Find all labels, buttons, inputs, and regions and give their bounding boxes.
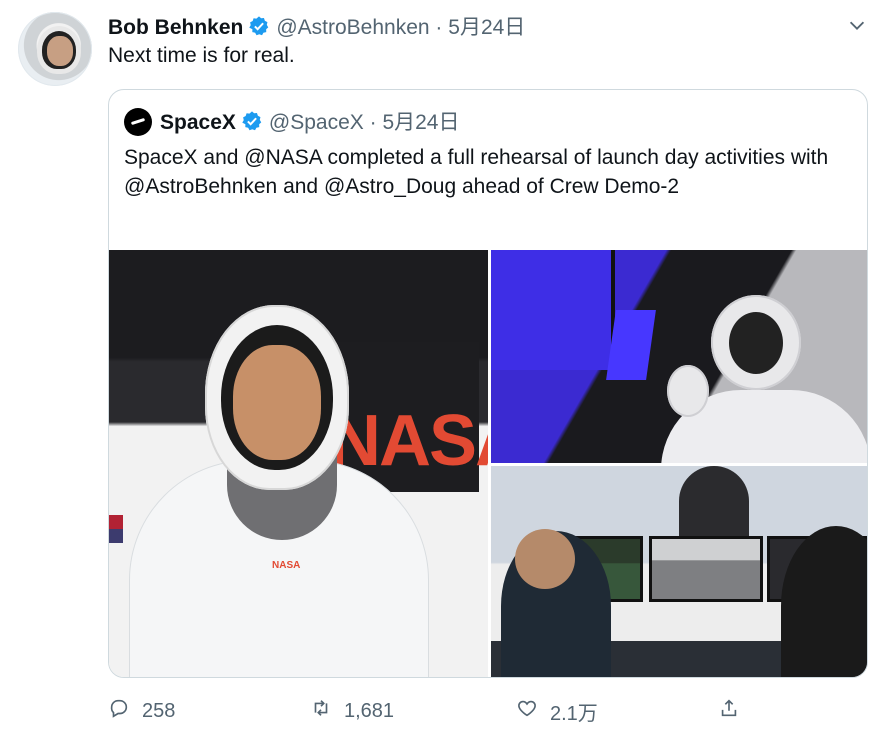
- cockpit-screen-secondary: [606, 310, 656, 380]
- photo-mission-control[interactable]: [491, 466, 867, 677]
- quoted-author-name[interactable]: SpaceX: [160, 111, 236, 134]
- tweet-text: Next time is for real.: [108, 44, 295, 67]
- operator-left-head: [515, 529, 575, 589]
- heart-icon: [516, 697, 538, 725]
- cockpit-screen: [491, 250, 615, 370]
- share-icon: [718, 697, 740, 725]
- avatar-face: [47, 36, 73, 66]
- quoted-header-separator: ·: [369, 111, 377, 134]
- quoted-author-handle[interactable]: @SpaceX: [269, 111, 364, 134]
- verified-badge-icon: [241, 110, 263, 138]
- quoted-tweet-date[interactable]: 5月24日: [382, 111, 459, 134]
- author-name[interactable]: Bob Behnken: [108, 16, 243, 39]
- share-button[interactable]: [718, 694, 740, 728]
- astronaut-face: [233, 345, 321, 460]
- media-grid: NASA NASA: [109, 250, 867, 677]
- helmet-visor-right: [729, 312, 783, 374]
- quoted-tweet-text: SpaceX and @NASA completed a full rehear…: [124, 146, 829, 198]
- action-bar: 258 1,681 2.1万: [108, 694, 868, 728]
- spacex-avatar[interactable]: [124, 108, 152, 136]
- monitor-center: [649, 536, 763, 602]
- quoted-tweet[interactable]: SpaceX @SpaceX · 5月24日 SpaceX and @NASA c…: [108, 89, 868, 678]
- chevron-down-icon[interactable]: [846, 14, 868, 36]
- author-handle[interactable]: @AstroBehnken: [276, 16, 429, 39]
- quoted-tweet-header: SpaceX @SpaceX · 5月24日: [124, 106, 460, 138]
- person-standing: [679, 466, 749, 536]
- tweet-header: Bob Behnken @AstroBehnken · 5月24日: [108, 11, 525, 43]
- reply-icon: [108, 697, 130, 725]
- us-flag-patch: [109, 515, 123, 543]
- tweet-date[interactable]: 5月24日: [448, 16, 525, 39]
- verified-badge-icon: [248, 15, 270, 43]
- reply-count: 258: [142, 699, 176, 722]
- photo-astronaut-portrait[interactable]: NASA NASA: [109, 250, 488, 677]
- header-separator: ·: [435, 16, 443, 39]
- reply-button[interactable]: 258: [108, 694, 175, 728]
- retweet-icon: [310, 697, 332, 725]
- retweet-count: 1,681: [344, 699, 395, 722]
- retweet-button[interactable]: 1,681: [310, 694, 394, 728]
- nasa-badge: NASA: [272, 560, 301, 571]
- author-avatar[interactable]: [18, 12, 92, 86]
- photo-dragon-cockpit[interactable]: [491, 250, 867, 463]
- like-count: 2.1万: [550, 702, 598, 725]
- like-button[interactable]: 2.1万: [516, 694, 598, 728]
- helmet-left: [667, 365, 709, 417]
